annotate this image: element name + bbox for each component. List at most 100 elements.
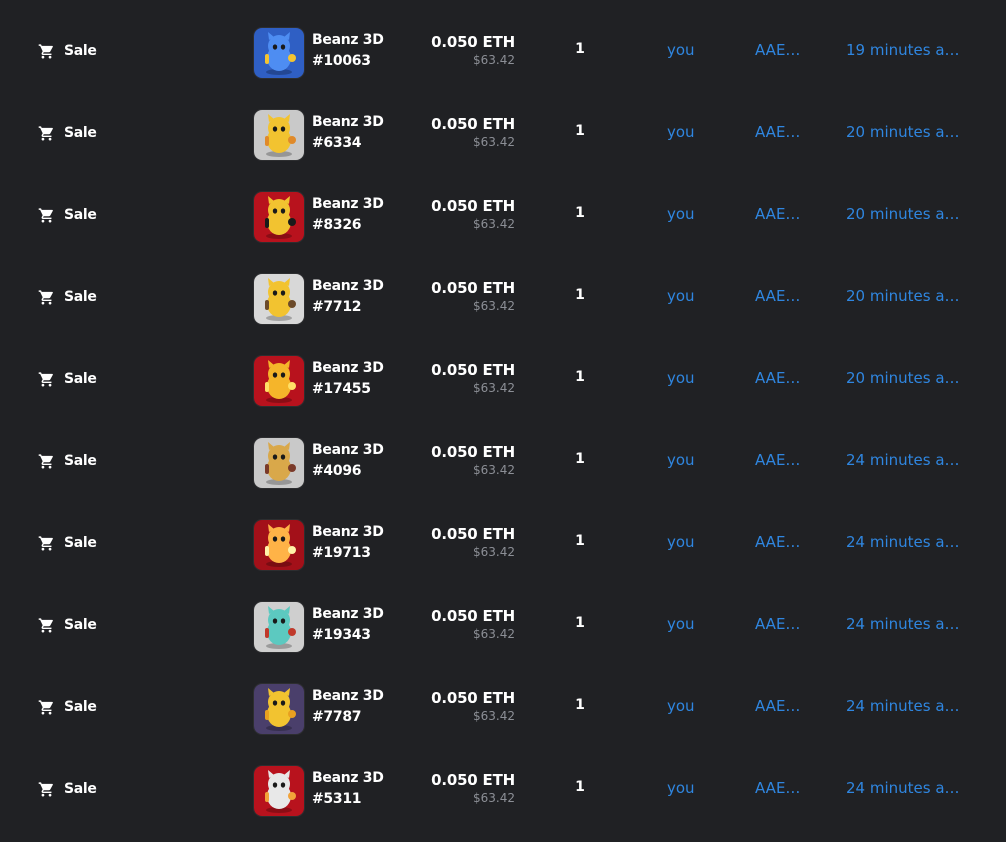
price: 0.050 ETH $63.42: [400, 606, 515, 642]
event-label: Sale: [64, 617, 97, 633]
event-type: Sale: [38, 697, 97, 717]
quantity: 1: [575, 369, 585, 385]
event-type: Sale: [38, 41, 97, 61]
event-type: Sale: [38, 205, 97, 225]
from-link[interactable]: you: [667, 451, 707, 469]
cart-icon: [38, 371, 55, 388]
from-link[interactable]: you: [667, 615, 707, 633]
activity-row[interactable]: Sale Beanz 3D #5311 0.050 ETH $63.42 1 y…: [0, 749, 1006, 831]
price: 0.050 ETH $63.42: [400, 442, 515, 478]
cart-icon: [38, 781, 55, 798]
activity-row[interactable]: Sale Beanz 3D #4096 0.050 ETH $63.42 1 y…: [0, 421, 1006, 503]
quantity: 1: [575, 779, 585, 795]
time-link[interactable]: 24 minutes ago: [846, 615, 962, 633]
price-usd: $63.42: [473, 135, 515, 149]
from-link[interactable]: you: [667, 779, 707, 797]
activity-row[interactable]: Sale Beanz 3D #7787 0.050 ETH $63.42 1 y…: [0, 667, 1006, 749]
nft-thumbnail[interactable]: [254, 28, 304, 78]
time-link[interactable]: 20 minutes ago: [846, 205, 962, 223]
to-link[interactable]: AAEA...: [755, 205, 805, 223]
cart-icon: [38, 453, 55, 470]
price: 0.050 ETH $63.42: [400, 360, 515, 396]
time-link[interactable]: 19 minutes ago: [846, 41, 962, 59]
to-link[interactable]: AAEA...: [755, 41, 805, 59]
from-link[interactable]: you: [667, 697, 707, 715]
price: 0.050 ETH $63.42: [400, 32, 515, 68]
time-link[interactable]: 24 minutes ago: [846, 779, 962, 797]
price-usd: $63.42: [473, 627, 515, 641]
price: 0.050 ETH $63.42: [400, 688, 515, 724]
price-eth: 0.050 ETH: [431, 197, 515, 215]
event-label: Sale: [64, 453, 97, 469]
nft-thumbnail[interactable]: [254, 766, 304, 816]
activity-list: Sale Beanz 3D #10063 0.050 ETH $63.42 1 …: [0, 11, 1006, 831]
cart-icon: [38, 207, 55, 224]
time-link[interactable]: 20 minutes ago: [846, 123, 962, 141]
price-eth: 0.050 ETH: [431, 771, 515, 789]
nft-thumbnail[interactable]: [254, 438, 304, 488]
event-type: Sale: [38, 779, 97, 799]
event-type: Sale: [38, 451, 97, 471]
from-link[interactable]: you: [667, 287, 707, 305]
to-link[interactable]: AAEA...: [755, 697, 805, 715]
nft-thumbnail[interactable]: [254, 274, 304, 324]
to-link[interactable]: AAEA...: [755, 369, 805, 387]
to-link[interactable]: AAEA...: [755, 451, 805, 469]
from-link[interactable]: you: [667, 533, 707, 551]
from-link[interactable]: you: [667, 205, 707, 223]
event-label: Sale: [64, 781, 97, 797]
quantity: 1: [575, 41, 585, 57]
price-eth: 0.050 ETH: [431, 689, 515, 707]
price: 0.050 ETH $63.42: [400, 114, 515, 150]
nft-thumbnail[interactable]: [254, 602, 304, 652]
to-link[interactable]: AAEA...: [755, 123, 805, 141]
activity-row[interactable]: Sale Beanz 3D #8326 0.050 ETH $63.42 1 y…: [0, 175, 1006, 257]
to-link[interactable]: AAEA...: [755, 615, 805, 633]
to-link[interactable]: AAEA...: [755, 779, 805, 797]
from-link[interactable]: you: [667, 41, 707, 59]
quantity: 1: [575, 451, 585, 467]
time-link[interactable]: 24 minutes ago: [846, 533, 962, 551]
from-link[interactable]: you: [667, 369, 707, 387]
activity-row[interactable]: Sale Beanz 3D #10063 0.050 ETH $63.42 1 …: [0, 11, 1006, 93]
price-eth: 0.050 ETH: [431, 443, 515, 461]
event-label: Sale: [64, 43, 97, 59]
activity-row[interactable]: Sale Beanz 3D #19343 0.050 ETH $63.42 1 …: [0, 585, 1006, 667]
nft-thumbnail[interactable]: [254, 110, 304, 160]
activity-row[interactable]: Sale Beanz 3D #6334 0.050 ETH $63.42 1 y…: [0, 93, 1006, 175]
quantity: 1: [575, 697, 585, 713]
price-eth: 0.050 ETH: [431, 361, 515, 379]
event-label: Sale: [64, 371, 97, 387]
price: 0.050 ETH $63.42: [400, 524, 515, 560]
price-usd: $63.42: [473, 545, 515, 559]
quantity: 1: [575, 123, 585, 139]
quantity: 1: [575, 205, 585, 221]
time-link[interactable]: 24 minutes ago: [846, 697, 962, 715]
event-label: Sale: [64, 699, 97, 715]
nft-thumbnail[interactable]: [254, 192, 304, 242]
price-usd: $63.42: [473, 217, 515, 231]
activity-row[interactable]: Sale Beanz 3D #19713 0.050 ETH $63.42 1 …: [0, 503, 1006, 585]
event-label: Sale: [64, 289, 97, 305]
quantity: 1: [575, 533, 585, 549]
activity-row[interactable]: Sale Beanz 3D #7712 0.050 ETH $63.42 1 y…: [0, 257, 1006, 339]
quantity: 1: [575, 615, 585, 631]
cart-icon: [38, 289, 55, 306]
time-link[interactable]: 20 minutes ago: [846, 369, 962, 387]
to-link[interactable]: AAEA...: [755, 287, 805, 305]
to-link[interactable]: AAEA...: [755, 533, 805, 551]
from-link[interactable]: you: [667, 123, 707, 141]
event-label: Sale: [64, 125, 97, 141]
cart-icon: [38, 617, 55, 634]
activity-row[interactable]: Sale Beanz 3D #17455 0.050 ETH $63.42 1 …: [0, 339, 1006, 421]
price-eth: 0.050 ETH: [431, 33, 515, 51]
price-usd: $63.42: [473, 381, 515, 395]
time-link[interactable]: 24 minutes ago: [846, 451, 962, 469]
time-link[interactable]: 20 minutes ago: [846, 287, 962, 305]
cart-icon: [38, 699, 55, 716]
nft-thumbnail[interactable]: [254, 520, 304, 570]
event-type: Sale: [38, 533, 97, 553]
cart-icon: [38, 43, 55, 60]
nft-thumbnail[interactable]: [254, 684, 304, 734]
nft-thumbnail[interactable]: [254, 356, 304, 406]
